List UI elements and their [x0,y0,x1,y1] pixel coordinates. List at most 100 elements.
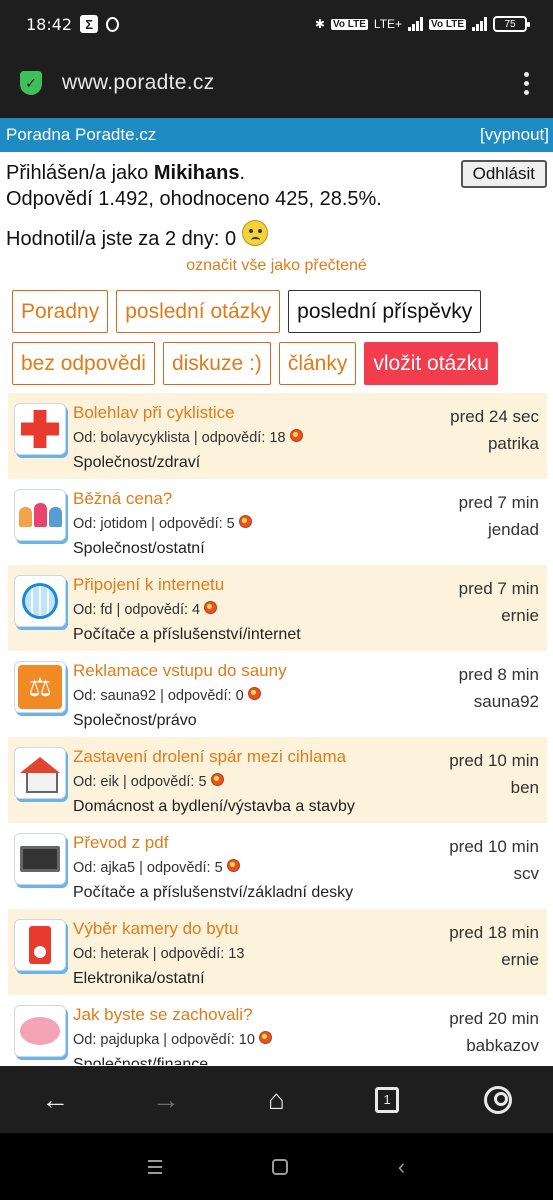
list-item[interactable]: Připojení k internetu Od: fd | odpovědí:… [8,565,547,651]
list-item[interactable]: Bolehlav při cyklistice Od: bolavycyklis… [8,393,547,479]
answer-dot-icon [210,772,224,786]
sad-smiley-icon [242,220,269,246]
question-title[interactable]: Zastavení drolení spár mezi cihlama [73,747,346,767]
last-user[interactable]: ernie [501,950,539,970]
site-title[interactable]: Poradna Poradte.cz [6,125,156,145]
list-item[interactable]: Převod z pdf Od: ajka5 | odpovědí: 5 Poč… [8,823,547,909]
piggy-bank-icon [14,1005,66,1057]
status-time: 18:42 [26,14,73,34]
computer-icon [14,833,66,885]
answer-dot-icon [289,428,303,442]
rated-line: Hodnotil/a jste za 2 dny: 0 [6,220,269,252]
address-bar[interactable]: ✓ www.poradte.cz [0,48,553,118]
question-meta: Od: sauna92 | odpovědí: 0 [73,688,244,704]
question-time: pred 24 sec [450,407,539,426]
answer-dot-icon [258,1030,272,1044]
watch-icon [106,16,120,32]
browser-bottom-bar: ← → ⌂ 1 [0,1066,553,1133]
question-meta: Od: fd | odpovědí: 4 [73,602,201,618]
user-stats: Odpovědí 1.492, ohodnoceno 425, 28.5%. [6,188,382,210]
signal-icon-2 [472,17,487,31]
answer-dot-icon [247,686,261,700]
question-time: pred 18 min [449,923,539,942]
home-icon[interactable]: ⌂ [254,1078,298,1122]
question-category[interactable]: Společnost/zdraví [73,454,200,472]
question-time: pred 10 min [449,837,539,856]
recent-apps-icon[interactable] [147,1159,162,1174]
question-title[interactable]: Reklamace vstupu do sauny [73,661,287,681]
list-item[interactable]: Jak byste se zachovali? Od: pajdupka | o… [8,995,547,1065]
question-category[interactable]: Společnost/právo [73,712,197,730]
system-back-icon[interactable]: ‹ [398,1154,405,1180]
logout-button[interactable]: Odhlásit [460,160,547,188]
nav-poradny[interactable]: Poradny [12,290,109,333]
question-meta: Od: pajdupka | odpovědí: 10 [73,1032,255,1048]
camera-icon [14,919,66,971]
nav-row-1: Poradny poslední otázky poslední příspěv… [12,290,482,333]
scale-icon: ⚖ [14,661,66,713]
answer-dot-icon [204,600,218,614]
nav-latest-posts[interactable]: poslední příspěvky [288,290,482,333]
bluetooth-icon: ✱ [314,17,325,31]
volte-icon-2: Vo LTE [429,18,466,30]
volte-icon: Vo LTE [330,18,368,30]
nav-discussion[interactable]: diskuze :) [162,342,271,385]
people-icon [14,489,66,541]
question-meta: Od: ajka5 | odpovědí: 5 [73,860,223,876]
question-category[interactable]: Počítače a příslušenství/základní desky [73,884,353,902]
nav-unanswered[interactable]: bez odpovědi [12,342,155,385]
account-icon[interactable] [476,1078,520,1122]
globe-icon [14,575,66,627]
last-user[interactable]: scv [514,864,540,884]
system-nav-bar: ‹ [0,1133,553,1200]
nav-latest-questions[interactable]: poslední otázky [116,290,281,333]
question-title[interactable]: Připojení k internetu [73,575,224,595]
question-category[interactable]: Společnost/finance [73,1056,208,1065]
list-item[interactable]: Zastavení drolení spár mezi cihlama Od: … [8,737,547,823]
secure-shield-icon[interactable]: ✓ [20,71,42,95]
nav-articles[interactable]: články [278,342,357,385]
turn-off-link[interactable]: [vypnout] [480,125,549,145]
battery-icon: 75 [493,16,530,32]
back-arrow-icon[interactable]: ← [33,1078,77,1122]
question-title[interactable]: Bolehlav při cyklistice [73,403,235,423]
question-category[interactable]: Počítače a příslušenství/internet [73,626,301,644]
more-menu-icon[interactable] [520,68,533,99]
question-time: pred 7 min [458,493,539,512]
rated-text: Hodnotil/a jste za 2 dny: 0 [6,227,237,250]
question-title[interactable]: Výběr kamery do bytu [73,919,238,939]
question-category[interactable]: Elektronika/ostatní [73,970,205,988]
question-title[interactable]: Běžná cena? [73,489,172,509]
list-item[interactable]: Výběr kamery do bytu Od: heterak | odpov… [8,909,547,995]
url-text[interactable]: www.poradte.cz [62,71,214,95]
system-home-icon[interactable] [271,1158,288,1175]
question-list: Bolehlav při cyklistice Od: bolavycyklis… [8,393,547,1065]
question-meta: Od: jotidom | odpovědí: 5 [73,516,235,532]
list-item[interactable]: ⚖ Reklamace vstupu do sauny Od: sauna92 … [8,651,547,737]
last-user[interactable]: ernie [501,606,539,626]
list-item[interactable]: Běžná cena? Od: jotidom | odpovědí: 5 Sp… [8,479,547,565]
question-time: pred 8 min [458,665,539,684]
last-user[interactable]: ben [511,778,539,798]
question-meta: Od: heterak | odpovědí: 13 [73,946,245,962]
nav-row-2: bez odpovědi diskuze :) články vložit ot… [12,342,498,385]
last-user[interactable]: jendad [488,520,539,540]
question-title[interactable]: Převod z pdf [73,833,168,853]
question-category[interactable]: Společnost/ostatní [73,540,205,558]
question-category[interactable]: Domácnost a bydlení/výstavba a stavby [73,798,355,816]
answer-dot-icon [238,514,252,528]
last-user[interactable]: sauna92 [474,692,539,712]
mark-all-read-link[interactable]: označit vše jako přečtené [186,257,367,274]
last-user[interactable]: babkazov [466,1036,539,1056]
forward-arrow-icon[interactable]: → [144,1078,188,1122]
username: Mikihans [153,162,240,184]
last-user[interactable]: patrika [488,434,539,454]
status-bar: 18:42 Σ ✱ Vo LTE LTE+ Vo LTE 75 [0,0,553,48]
answer-dot-icon [226,858,240,872]
tabs-button[interactable]: 1 [365,1078,409,1122]
ask-question-button[interactable]: vložit otázku [364,342,498,385]
house-icon [14,747,66,799]
logged-prefix: Přihlášen/a jako [6,162,154,184]
question-title[interactable]: Jak byste se zachovali? [73,1005,253,1025]
signal-icon [408,17,424,31]
